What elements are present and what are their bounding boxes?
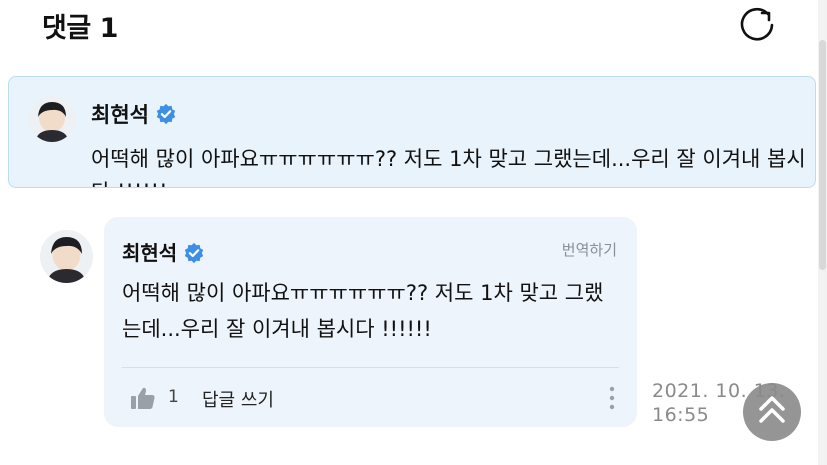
scrollbar-thumb[interactable]: [819, 40, 826, 270]
like-count: 1: [168, 387, 179, 407]
comment-bubble[interactable]: 최현석 번역하기 어떡해 많이 아파요ㅠㅠㅠㅠㅠㅠ?? 저도 1차 맞고 그랬는…: [104, 217, 637, 427]
comment-author[interactable]: 최현석: [122, 237, 205, 266]
verified-badge-icon: [156, 103, 176, 125]
author-name[interactable]: 최현석: [91, 103, 149, 127]
author-name[interactable]: 최현석: [122, 241, 177, 265]
refresh-icon[interactable]: [738, 6, 778, 46]
avatar[interactable]: [40, 230, 93, 283]
more-options-icon[interactable]: [608, 385, 616, 411]
comments-header: 댓글 1: [0, 0, 827, 60]
verified-badge-icon: [185, 242, 204, 263]
double-chevron-up-icon: [759, 396, 785, 423]
translate-link[interactable]: 번역하기: [562, 239, 617, 260]
comment-author[interactable]: 최현석: [91, 99, 177, 129]
avatar[interactable]: [29, 96, 75, 142]
comment-text: 어떡해 많이 아파요ㅠㅠㅠㅠㅠㅠ?? 저도 1차 맞고 그랬는데...우리 잘 …: [91, 147, 806, 187]
thumbs-up-icon[interactable]: [130, 385, 156, 411]
pinned-comment[interactable]: 최현석 어떡해 많이 아파요ㅠㅠㅠㅠㅠㅠ?? 저도 1차 맞고 그랬는데...우…: [8, 76, 816, 188]
divider: [122, 367, 619, 368]
scroll-to-top-button[interactable]: [743, 383, 801, 441]
reply-button[interactable]: 답글 쓰기: [202, 386, 274, 412]
comments-title: 댓글 1: [42, 13, 118, 44]
comment-text: 어떡해 많이 아파요ㅠㅠㅠㅠㅠㅠ?? 저도 1차 맞고 그랬는데...우리 잘 …: [122, 281, 604, 341]
